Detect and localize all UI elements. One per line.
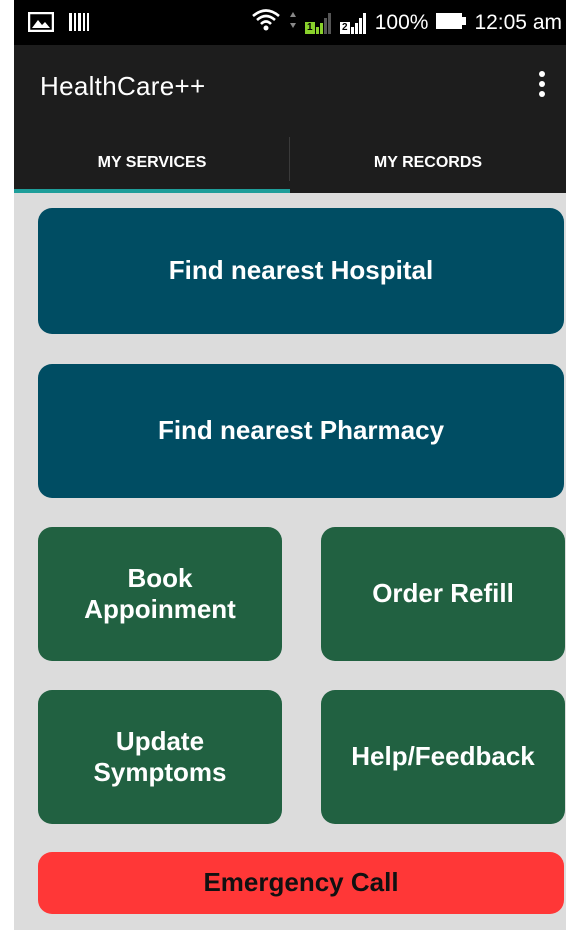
status-notifications [27,11,90,37]
emergency-call-button[interactable]: Emergency Call [38,852,564,914]
image-notification-icon [27,11,55,37]
sim1-signal-icon: 1 [304,12,332,34]
tab-label: MY RECORDS [373,154,483,171]
help-feedback-button[interactable]: Help/Feedback [321,690,565,824]
app-bar: HealthCare++ [14,45,566,133]
sim2-signal-icon: 2 [339,12,367,34]
tab-my-records[interactable]: MY RECORDS [290,133,566,193]
data-transfer-icon [289,10,297,36]
overflow-menu-icon[interactable] [532,67,552,101]
barcode-notification-icon [68,12,90,37]
find-hospital-button[interactable]: Find nearest Hospital [38,208,564,334]
book-appointment-button[interactable]: Book Appoinment [38,527,282,661]
clock: 12:05 am [474,11,562,34]
tab-label: MY SERVICES [97,154,207,171]
phone-screen: 1 2 100% 12:05 am HealthCare++ MY SERVIC… [14,0,566,930]
status-indicators: 1 2 100% 12:05 am [251,8,562,38]
find-pharmacy-button[interactable]: Find nearest Pharmacy [38,364,564,498]
tab-selected-indicator [14,189,290,193]
tab-my-services[interactable]: MY SERVICES [14,133,290,193]
wifi-icon [251,8,281,38]
battery-percent: 100% [374,11,429,34]
tab-bar: MY SERVICES MY RECORDS [14,133,566,193]
order-refill-button[interactable]: Order Refill [321,527,565,661]
update-symptoms-button[interactable]: Update Symptoms [38,690,282,824]
status-bar: 1 2 100% 12:05 am [14,0,566,45]
app-title: HealthCare++ [40,71,206,101]
battery-icon [436,11,467,35]
